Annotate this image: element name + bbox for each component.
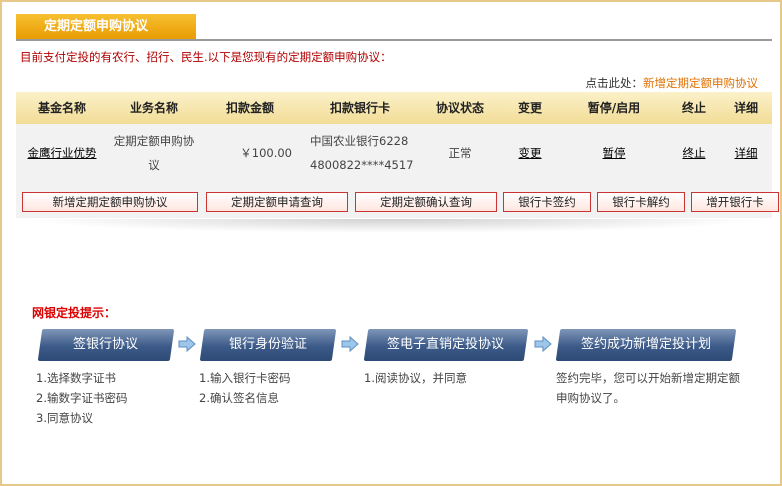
confirm-query-button[interactable]: 定期定额确认查询 [355,192,497,212]
step-1-banner: 签银行协议 [37,329,175,361]
step-3-desc-line: 1.阅读协议，并同意 [364,371,467,385]
step-2-desc: 1.输入银行卡密码 2.确认签名信息 [199,368,290,408]
bank-unsign-button[interactable]: 银行卡解约 [597,192,685,212]
cell-business-name: 定期定额申购协 议 [108,129,200,177]
step-2-label: 银行身份验证 [228,337,307,352]
cell-pause: 暂停 [560,141,668,165]
change-link[interactable]: 变更 [519,146,542,160]
col-fund-name: 基金名称 [37,101,86,115]
cell-bank-card: 中国农业银行6228 4800822****4517 [300,129,420,177]
page-title: 定期定额申购协议 [16,14,196,40]
add-link-prefix: 点击此处： [585,76,644,90]
arrow-right-icon [178,335,196,353]
arrow-right-icon [534,335,552,353]
col-status: 协议状态 [435,101,484,115]
business-name-line2: 议 [148,158,160,172]
col-detail: 详细 [733,101,758,115]
step-3-banner: 签电子直销定投协议 [363,329,529,361]
table-header: 基金名称 业务名称 扣款金额 扣款银行卡 协议状态 变更 暂停/启用 终止 详细 [16,92,772,124]
cell-status: 正常 [448,146,472,160]
step-2-banner: 银行身份验证 [199,329,337,361]
page-frame: 定期定额申购协议 目前支付定投的有农行、招行、民生.以下是您现有的定期定额申购协… [0,0,782,486]
business-name-line1: 定期定额申购协 [113,134,195,148]
arrow-right-icon [341,335,359,353]
col-business-name: 业务名称 [129,101,178,115]
cell-amount: ￥100.00 [240,146,292,160]
step-1-desc-line: 3.同意协议 [36,411,93,425]
bank-card-line1: 中国农业银行6228 [310,134,409,148]
step-1-desc-line: 1.选择数字证书 [36,371,116,385]
table-row: 金鹰行业优势 定期定额申购协 议 ￥100.00 中国农业银行6228 4800… [16,124,772,182]
add-agreement-button[interactable]: 新增定期定额申购协议 [22,192,198,212]
table-shadow [22,219,766,233]
col-amount: 扣款金额 [225,101,274,115]
add-agreement-link-row: 点击此处：新增定期定额申购协议 [586,75,759,91]
step-4-banner: 签约成功新增定投计划 [555,329,737,361]
apply-query-button[interactable]: 定期定额申请查询 [206,192,348,212]
step-4-desc-line: 签约完毕，您可以开始新增定期定额 [556,371,740,385]
cell-detail: 详细 [720,141,772,165]
cell-change: 变更 [500,141,560,165]
tips-title: 网银定投提示： [32,306,117,320]
col-bank-card: 扣款银行卡 [329,101,390,115]
bank-card-line2: 4800822****4517 [310,158,414,172]
col-change: 变更 [517,101,542,115]
step-1-desc-line: 2.输数字证书密码 [36,391,128,405]
open-bank-button[interactable]: 增开银行卡 [691,192,779,212]
terminate-link[interactable]: 终止 [683,146,706,160]
step-2-desc-line: 2.确认签名信息 [199,391,279,405]
step-4-desc: 签约完毕，您可以开始新增定期定额 申购协议了。 [556,368,740,408]
add-agreement-link[interactable]: 新增定期定额申购协议 [643,76,758,90]
step-1-desc: 1.选择数字证书 2.输数字证书密码 3.同意协议 [36,368,127,428]
cell-fund-name: 金鹰行业优势 [16,141,108,165]
title-divider [16,39,772,41]
col-terminate: 终止 [681,101,706,115]
col-pause-enable: 暂停/启用 [587,101,641,115]
intro-text: 目前支付定投的有农行、招行、民生.以下是您现有的定期定额申购协议： [20,50,392,64]
step-4-label: 签约成功新增定投计划 [580,337,711,352]
cell-terminate: 终止 [668,141,720,165]
step-3-label: 签电子直销定投协议 [387,337,505,352]
step-2-desc-line: 1.输入银行卡密码 [199,371,291,385]
step-3-desc: 1.阅读协议，并同意 [364,368,467,388]
fund-name-link[interactable]: 金鹰行业优势 [28,146,97,160]
detail-link[interactable]: 详细 [735,146,758,160]
step-1-label: 签银行协议 [73,337,139,352]
pause-link[interactable]: 暂停 [603,146,626,160]
action-button-row: 新增定期定额申购协议 定期定额申请查询 定期定额确认查询 银行卡签约 银行卡解约… [16,192,779,214]
agreement-table: 基金名称 业务名称 扣款金额 扣款银行卡 协议状态 变更 暂停/启用 终止 详细… [16,92,779,218]
step-4-desc-line: 申购协议了。 [556,391,625,405]
bank-sign-button[interactable]: 银行卡签约 [503,192,591,212]
